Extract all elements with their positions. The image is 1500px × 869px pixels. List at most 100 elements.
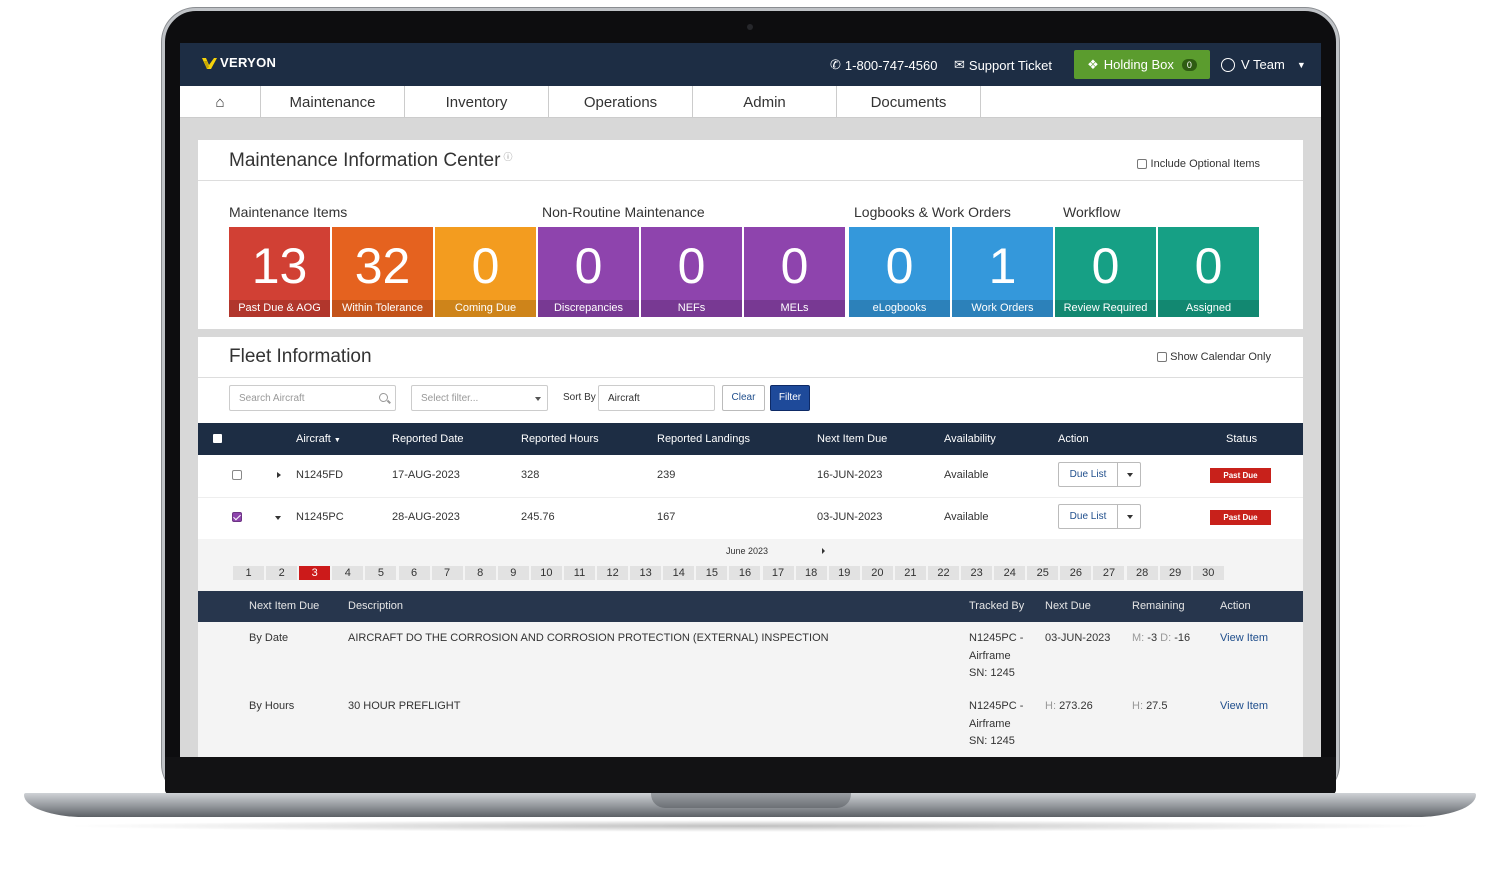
tile-coming-due[interactable]: 0 Coming Due (435, 227, 536, 317)
calendar-day[interactable]: 2 (265, 566, 298, 580)
calendar-day[interactable]: 23 (960, 566, 993, 580)
checkbox-icon (1157, 352, 1168, 362)
calendar-day[interactable]: 25 (1026, 566, 1059, 580)
holding-box-button[interactable]: ❖ Holding Box 0 (1074, 50, 1210, 79)
info-icon[interactable]: ⓘ (503, 152, 512, 162)
row-aircraft[interactable]: N1245PC (296, 511, 344, 523)
calendar-day[interactable]: 7 (431, 566, 464, 580)
row-aircraft[interactable]: N1245FD (296, 469, 343, 481)
table-row[interactable]: N1245FD 17-AUG-2023 328 239 16-JUN-2023 … (198, 455, 1303, 497)
tile-assigned[interactable]: 0 Assigned (1158, 227, 1259, 317)
view-item-link[interactable]: View Item (1220, 630, 1268, 648)
due-list-button[interactable]: Due List (1059, 463, 1118, 486)
calendar-day[interactable]: 22 (927, 566, 960, 580)
calendar-day[interactable]: 9 (497, 566, 530, 580)
calendar-day[interactable]: 21 (894, 566, 927, 580)
col-reported-date[interactable]: Reported Date (392, 433, 464, 445)
tile-review-required[interactable]: 0 Review Required (1055, 227, 1156, 317)
calendar-day[interactable]: 16 (728, 566, 761, 580)
row-checkbox[interactable] (232, 470, 242, 480)
tile-discrepancies[interactable]: 0 Discrepancies (538, 227, 639, 317)
calendar-day[interactable]: 6 (397, 566, 430, 580)
show-calendar-checkbox[interactable]: Show Calendar Only (1157, 351, 1271, 363)
col-aircraft[interactable]: Aircraft ▼ (296, 433, 341, 445)
calendar-day[interactable]: 13 (629, 566, 662, 580)
tracked-by-line-2: Airframe (969, 649, 1011, 662)
tab-admin[interactable]: Admin (693, 86, 837, 118)
laptop-shadow (60, 820, 1440, 832)
calendar-day[interactable]: 19 (828, 566, 861, 580)
calendar-day[interactable]: 1 (232, 566, 265, 580)
calendar-day[interactable]: 8 (464, 566, 497, 580)
due-list-dropdown[interactable] (1118, 505, 1140, 528)
col-reported-hours[interactable]: Reported Hours (521, 433, 599, 445)
support-ticket-link[interactable]: ✉ Support Ticket (954, 57, 1052, 73)
due-list-dropdown[interactable] (1118, 463, 1140, 486)
filter-select[interactable]: Select filter... (411, 385, 548, 411)
search-aircraft-input[interactable]: Search Aircraft (229, 385, 396, 411)
calendar-day[interactable]: 4 (331, 566, 364, 580)
tab-inventory[interactable]: Inventory (405, 86, 549, 118)
due-list-button[interactable]: Due List (1059, 505, 1118, 528)
calendar-day[interactable]: 3 (298, 566, 331, 580)
tile-value: 13 (251, 238, 308, 294)
tab-operations[interactable]: Operations (549, 86, 693, 118)
calendar-day[interactable]: 24 (993, 566, 1026, 580)
tile-elogbooks[interactable]: 0 eLogbooks (849, 227, 950, 317)
collapse-icon[interactable] (275, 516, 281, 520)
due-item-row: By Hours 30 HOUR PREFLIGHT N1245PC - Air… (198, 690, 1303, 757)
tile-nefs[interactable]: 0 NEFs (641, 227, 742, 317)
filter-placeholder: Select filter... (421, 393, 479, 404)
calendar-day[interactable]: 17 (762, 566, 795, 580)
home-tab[interactable]: ⌂ (180, 86, 261, 118)
calendar-day[interactable]: 27 (1092, 566, 1125, 580)
sort-by-input[interactable]: Aircraft (598, 385, 715, 411)
calendar-day-label: 18 (795, 566, 827, 580)
calendar-day[interactable]: 18 (795, 566, 828, 580)
col-next-item-due[interactable]: Next Item Due (817, 433, 887, 445)
calendar-day[interactable]: 5 (364, 566, 397, 580)
tab-maintenance[interactable]: Maintenance (261, 86, 405, 118)
tile-within-tolerance[interactable]: 32 Within Tolerance (332, 227, 433, 317)
row-checkbox[interactable] (232, 512, 242, 522)
calendar-month: June 2023 (726, 546, 769, 556)
select-all-checkbox[interactable] (213, 434, 222, 443)
phone-link[interactable]: ✆ 1-800-747-4560 (830, 57, 937, 73)
calendar-day-label: 29 (1159, 566, 1191, 580)
tile-label: Coming Due (435, 300, 536, 317)
filter-button[interactable]: Filter (770, 385, 810, 411)
calendar-day[interactable]: 15 (695, 566, 728, 580)
view-item-link[interactable]: View Item (1220, 698, 1268, 716)
calendar-day[interactable]: 28 (1126, 566, 1159, 580)
user-menu[interactable]: V Team ▼ (1221, 57, 1306, 72)
next-month-icon[interactable] (822, 548, 825, 554)
calendar-day[interactable]: 26 (1059, 566, 1092, 580)
calendar-day[interactable]: 14 (662, 566, 695, 580)
tile-mels[interactable]: 0 MELs (744, 227, 845, 317)
calendar-day[interactable]: 10 (530, 566, 563, 580)
tile-label: Assigned (1158, 300, 1259, 317)
col-remaining: Remaining (1132, 600, 1185, 612)
calendar-day-label: 9 (497, 566, 529, 580)
calendar-day-label: 7 (431, 566, 463, 580)
calendar-day[interactable]: 12 (596, 566, 629, 580)
tile-label: Discrepancies (538, 300, 639, 317)
calendar-day[interactable]: 29 (1159, 566, 1192, 580)
row-next-item-due: 16-JUN-2023 (817, 469, 883, 481)
table-row[interactable]: N1245PC 28-AUG-2023 245.76 167 03-JUN-20… (198, 497, 1303, 539)
tile-work-orders[interactable]: 1 Work Orders (952, 227, 1053, 317)
tile-value: 0 (780, 238, 809, 294)
col-reported-landings[interactable]: Reported Landings (657, 433, 750, 445)
col-availability[interactable]: Availability (944, 433, 996, 445)
calendar-day[interactable]: 11 (563, 566, 596, 580)
brand-logo[interactable]: VERYON (202, 55, 276, 70)
tab-documents[interactable]: Documents (837, 86, 981, 118)
clear-button[interactable]: Clear (722, 385, 765, 411)
expand-icon[interactable] (277, 472, 281, 478)
calendar-day[interactable]: 20 (861, 566, 894, 580)
tile-past-due[interactable]: 13 Past Due & AOG (229, 227, 330, 317)
calendar-day-label: 13 (630, 566, 662, 580)
include-optional-checkbox[interactable]: Include Optional Items (1136, 158, 1260, 170)
sort-desc-icon: ▼ (333, 437, 341, 444)
calendar-day[interactable]: 30 (1192, 566, 1225, 580)
